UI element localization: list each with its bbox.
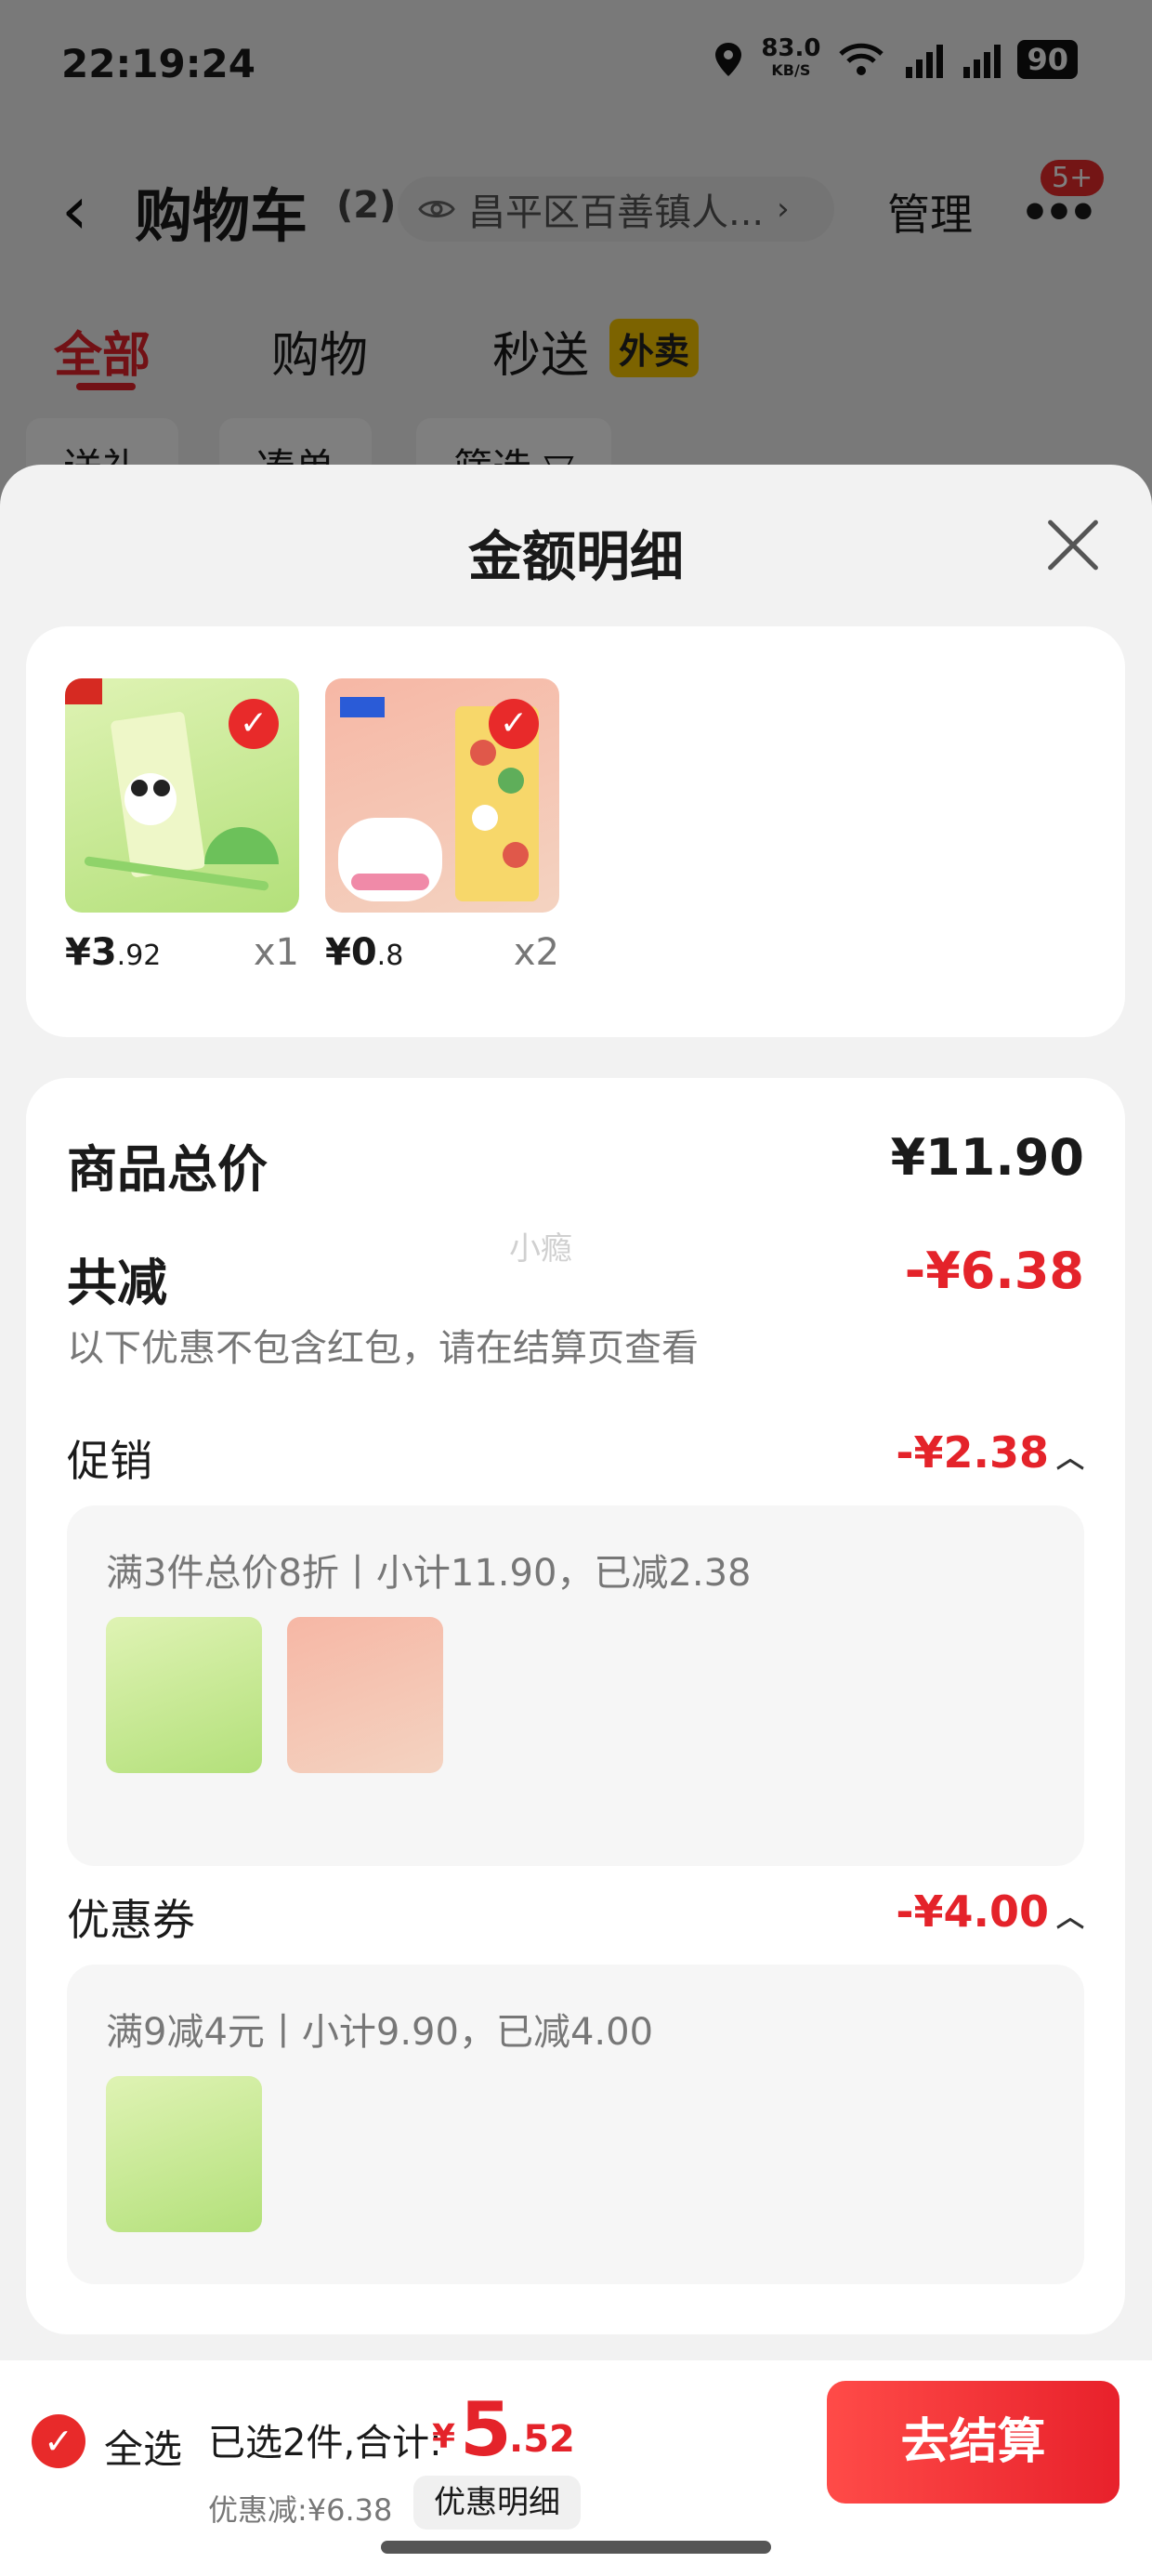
selected-summary: 已选2件,合计: <box>208 2422 442 2464</box>
promo-value: -¥2.38 <box>896 1427 1049 1478</box>
coupon-value: -¥4.00 <box>896 1886 1049 1937</box>
discount-detail-button[interactable]: 优惠明细 <box>413 2476 581 2530</box>
watermark: 小瘾 <box>509 1230 572 1268</box>
amount-detail-sheet: 金额明细 ✓ ¥3.92 x1 ✓ ¥0.8 x2 商品总价 ¥11.90 共减… <box>0 465 1152 2576</box>
promo-label: 促销 <box>67 1436 152 1486</box>
coupon-description: 满9减4元丨小计9.90，已减4.00 <box>106 2011 654 2054</box>
product-image-pen: ✓ <box>65 678 299 913</box>
close-icon[interactable] <box>1041 513 1106 578</box>
chevron-up-icon: ︿ <box>1056 1442 1084 1475</box>
total-amount-dec: .52 <box>509 2418 575 2461</box>
item-quantity: x1 <box>253 931 299 974</box>
total-currency: ¥ <box>432 2418 456 2456</box>
price-summary-card: 商品总价 ¥11.90 共减 -¥6.38 以下优惠不包含红包，请在结算页查看 … <box>26 1078 1125 2334</box>
product-item[interactable]: ✓ ¥0.8 x2 <box>325 678 559 974</box>
home-indicator[interactable] <box>381 2541 771 2554</box>
sheet-title: 金额明细 <box>467 525 684 588</box>
item-quantity: x2 <box>513 931 559 974</box>
checkout-button[interactable]: 去结算 <box>827 2381 1119 2504</box>
chevron-up-icon: ︿ <box>1056 1901 1084 1934</box>
promo-thumb-pen <box>106 1617 262 1773</box>
total-price-value: ¥11.90 <box>890 1128 1084 1187</box>
reduce-note: 以下优惠不包含红包，请在结算页查看 <box>67 1327 699 1370</box>
coupon-row[interactable]: 优惠券 -¥4.00 ︿ <box>67 1886 1084 1948</box>
reduce-row: 共减 -¥6.38 <box>67 1242 1084 1315</box>
total-price-row: 商品总价 ¥11.90 <box>67 1128 1084 1202</box>
reduce-label: 共减 <box>67 1254 167 1312</box>
product-image-sticker: ✓ <box>325 678 559 913</box>
coupon-label: 优惠券 <box>67 1895 195 1945</box>
total-amount-int: 5 <box>460 2386 512 2473</box>
select-all-checkbox[interactable]: ✓ <box>32 2414 85 2468</box>
coupon-thumb-pen <box>106 2076 262 2232</box>
promo-detail-box: 满3件总价8折丨小计11.90，已减2.38 <box>67 1505 1084 1866</box>
reduce-value: -¥6.38 <box>904 1242 1084 1300</box>
total-price-label: 商品总价 <box>67 1140 268 1199</box>
promo-description: 满3件总价8折丨小计11.90，已减2.38 <box>106 1552 752 1595</box>
coupon-detail-box: 满9减4元丨小计9.90，已减4.00 <box>67 1965 1084 2284</box>
selected-items-card: ✓ ¥3.92 x1 ✓ ¥0.8 x2 <box>26 626 1125 1037</box>
item-checked-icon[interactable]: ✓ <box>229 699 279 749</box>
promo-thumb-sticker <box>287 1617 443 1773</box>
promo-row[interactable]: 促销 -¥2.38 ︿ <box>67 1427 1084 1489</box>
item-price: ¥0.8 <box>325 931 404 974</box>
discount-amount: 优惠减:¥6.38 <box>208 2492 393 2528</box>
select-all-label[interactable]: 全选 <box>104 2418 182 2475</box>
product-item[interactable]: ✓ ¥3.92 x1 <box>65 678 299 974</box>
item-price: ¥3.92 <box>65 931 162 974</box>
item-checked-icon[interactable]: ✓ <box>489 699 539 749</box>
